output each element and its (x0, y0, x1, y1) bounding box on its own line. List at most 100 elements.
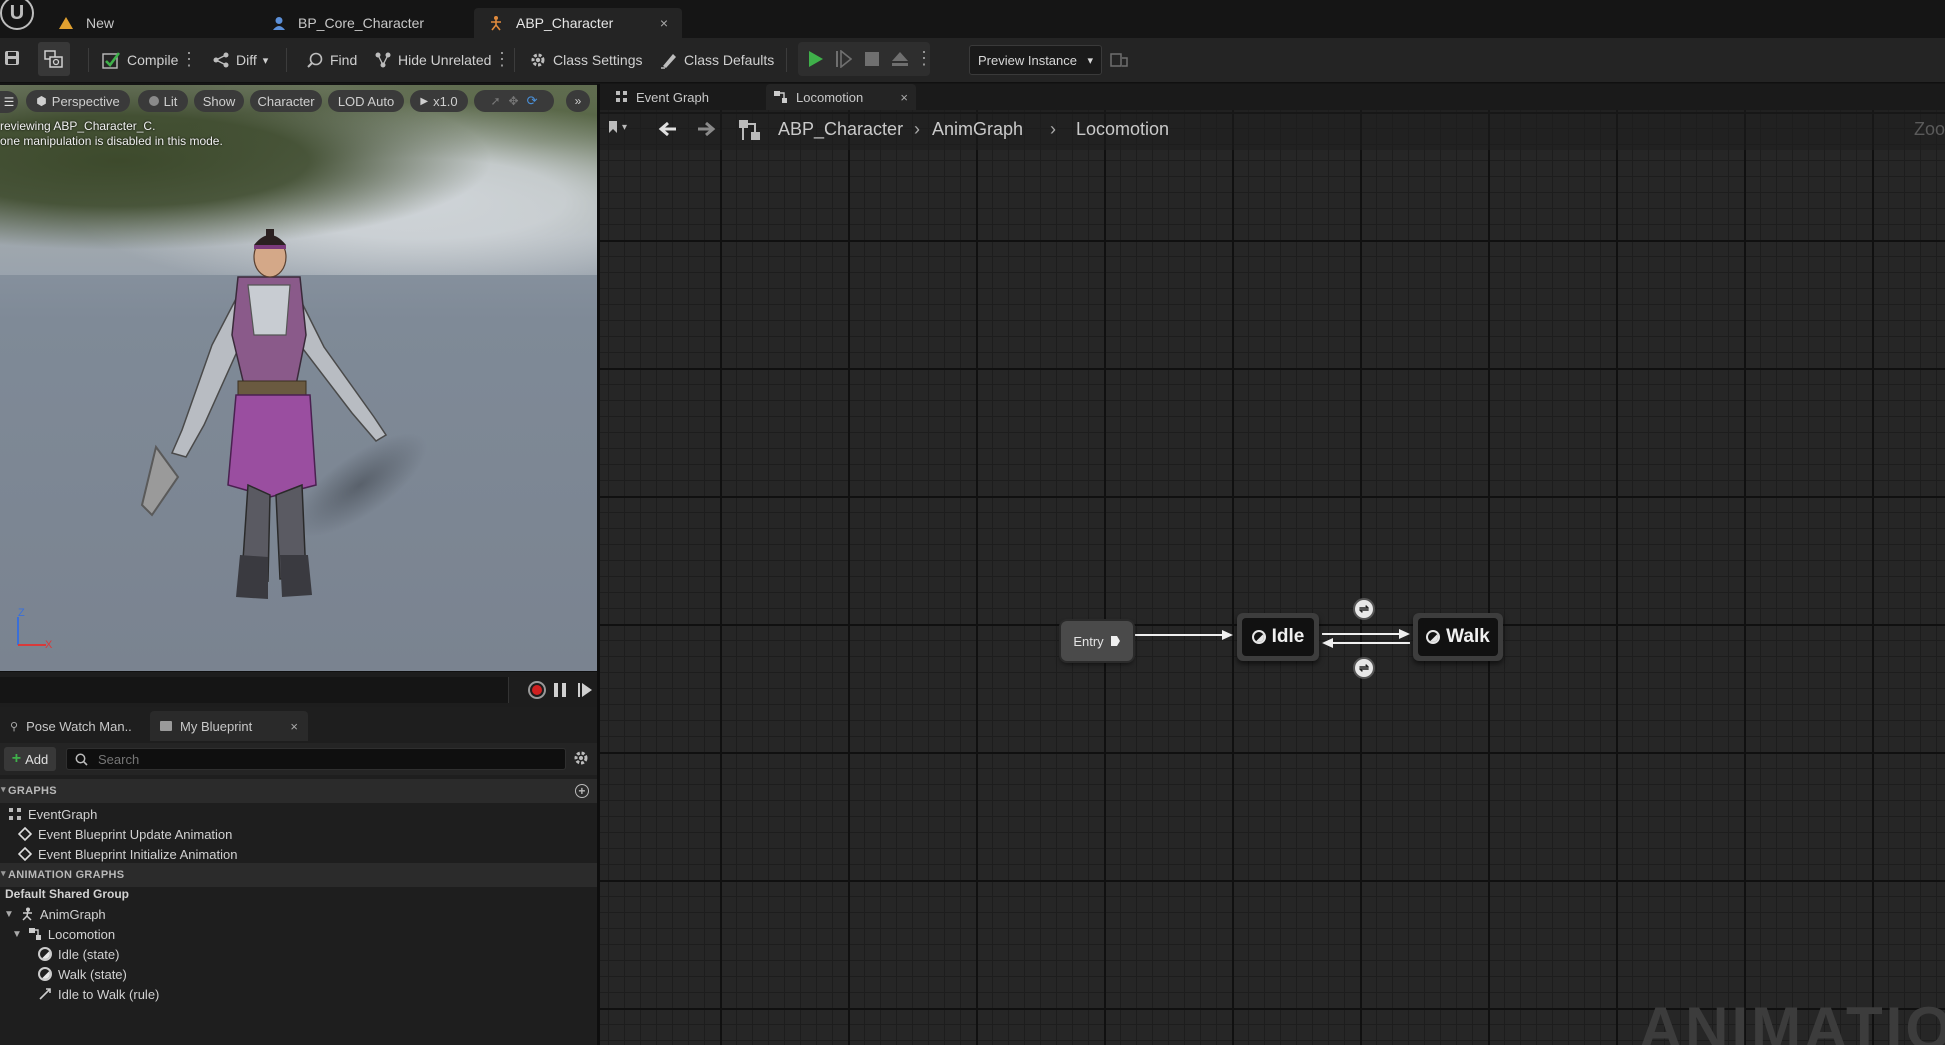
save-icon[interactable] (4, 50, 20, 69)
advance-frame-icon[interactable] (836, 49, 853, 71)
state-node-idle-body: Idle (1242, 618, 1314, 656)
transition-idle-to-walk-icon[interactable]: ⇌ (1353, 598, 1375, 620)
my-blueprint-panel: ⚲ Pose Watch Man.. My Blueprint × + Add … (0, 707, 597, 1045)
preview-instance-dropdown[interactable]: Preview Instance ▾ (969, 45, 1102, 75)
search-icon (75, 753, 88, 766)
preview-viewport[interactable]: ☰ ⬢ Perspective Lit Show Character LOD Au… (0, 85, 597, 671)
state-machine-icon (774, 91, 787, 103)
event-icon (18, 827, 32, 841)
state-node-walk[interactable]: Walk (1413, 613, 1503, 661)
collapse-arrow-icon: ▾ (1, 784, 6, 794)
move-icon[interactable]: ✥ (509, 94, 519, 108)
tab-new[interactable]: New (44, 8, 244, 38)
timeline-scrubber[interactable] (0, 677, 509, 703)
hide-unrelated-button[interactable]: Hide Unrelated (368, 44, 497, 76)
diff-icon (213, 52, 229, 68)
separator (88, 48, 89, 72)
entry-node[interactable]: Entry (1061, 621, 1133, 661)
transform-tools: ➚ ✥ ⟳ (474, 90, 554, 112)
perspective-button[interactable]: ⬢ Perspective (26, 90, 130, 112)
tree-item-eventgraph[interactable]: EventGraph (8, 804, 97, 824)
class-settings-button[interactable]: Class Settings (523, 44, 648, 76)
state-icon (38, 967, 52, 981)
rotate-icon[interactable]: ⟳ (527, 93, 538, 109)
add-graph-icon[interactable]: + (575, 784, 589, 798)
find-icon (307, 52, 323, 68)
tab-label: New (86, 15, 115, 31)
play-options-icon[interactable]: ⋮ (915, 43, 933, 75)
find-button[interactable]: Find (300, 44, 363, 76)
eject-icon[interactable] (891, 51, 909, 70)
play-icon: ▶ (420, 95, 429, 107)
stop-icon[interactable] (865, 52, 879, 69)
tree-item-animgraph[interactable]: ▼ AnimGraph (4, 904, 106, 924)
state-node-walk-body: Walk (1418, 618, 1498, 656)
play-icon[interactable] (808, 50, 824, 71)
close-icon[interactable]: × (660, 15, 668, 31)
playback-speed-button[interactable]: ▶ x1.0 (410, 90, 468, 112)
tab-event-graph[interactable]: Event Graph (608, 84, 758, 110)
compile-button[interactable]: Compile (95, 44, 184, 76)
tab-label: BP_Core_Character (298, 15, 425, 31)
plus-icon: + (11, 750, 22, 767)
tree-item-event-initialize[interactable]: Event Blueprint Initialize Animation (18, 844, 237, 864)
expand-arrow-icon[interactable]: ▼ (4, 909, 14, 920)
record-icon[interactable] (528, 681, 546, 699)
play-controls: ⋮ (798, 42, 933, 76)
debug-filter-icon[interactable] (1110, 52, 1128, 71)
state-node-idle[interactable]: Idle (1237, 613, 1319, 661)
unreal-logo-icon[interactable]: U (0, 0, 34, 30)
browse-icon[interactable] (38, 42, 70, 76)
character-button[interactable]: Character (250, 90, 322, 112)
state-icon (1251, 630, 1266, 644)
tree-item-default-shared-group[interactable]: Default Shared Group (5, 884, 129, 904)
tree-item-idle-to-walk-rule[interactable]: Idle to Walk (rule) (38, 984, 159, 1004)
expand-arrow-icon[interactable]: ▼ (12, 929, 22, 940)
blueprint-actor-icon (273, 17, 285, 30)
show-button[interactable]: Show (194, 90, 244, 112)
chevron-down-icon: ▾ (262, 54, 269, 67)
select-icon[interactable]: ➚ (490, 94, 500, 108)
cube-icon: ⬢ (36, 94, 47, 108)
viewport-more-icon[interactable]: » (566, 90, 590, 112)
step-forward-icon[interactable] (577, 682, 593, 701)
compile-check-icon (102, 52, 121, 69)
tree-item-locomotion[interactable]: ▼ Locomotion (12, 924, 115, 944)
graphs-section-header[interactable]: ▾ GRAPHS + (0, 779, 597, 803)
gear-icon[interactable] (573, 750, 589, 769)
diff-button[interactable]: Diff ▾ (206, 44, 274, 76)
close-icon[interactable]: × (900, 90, 908, 105)
collapse-arrow-icon: ▾ (1, 868, 6, 878)
lod-button[interactable]: LOD Auto (328, 90, 404, 112)
tab-pose-watch-manager[interactable]: ⚲ Pose Watch Man.. (0, 711, 150, 741)
search-input[interactable] (96, 750, 520, 768)
graph-canvas[interactable]: ▾ ABP_Character › AnimGraph › Locomotion… (600, 110, 1945, 1045)
search-box (66, 748, 566, 770)
lit-button[interactable]: Lit (138, 90, 188, 112)
tab-locomotion[interactable]: Locomotion × (766, 84, 916, 110)
add-button[interactable]: + Add (4, 747, 56, 771)
compile-options-icon[interactable]: ⋮ (180, 44, 198, 76)
tree-item-walk-state[interactable]: Walk (state) (38, 964, 127, 984)
hide-options-icon[interactable]: ⋮ (493, 44, 511, 76)
anim-graph-icon (22, 907, 32, 921)
character-mesh (140, 229, 388, 599)
tab-my-blueprint[interactable]: My Blueprint × (150, 711, 308, 741)
separator (786, 48, 787, 72)
exec-pin-icon[interactable] (1110, 635, 1121, 647)
tree-item-event-update[interactable]: Event Blueprint Update Animation (18, 824, 232, 844)
separator (514, 48, 515, 72)
tab-bp-core-character[interactable]: BP_Core_Character (258, 8, 470, 38)
main-toolbar: Compile ⋮ Diff ▾ Find Hide Unrelated ⋮ C… (0, 38, 1945, 83)
tree-item-idle-state[interactable]: Idle (state) (38, 944, 119, 964)
graph-wires (1133, 629, 1410, 648)
axis-x-label: X (45, 639, 53, 651)
transition-rule-icon (39, 988, 51, 1000)
state-icon (38, 947, 52, 961)
tab-abp-character[interactable]: ABP_Character × (474, 8, 682, 38)
close-icon[interactable]: × (290, 719, 298, 734)
transition-walk-to-idle-icon[interactable]: ⇌ (1353, 657, 1375, 679)
pause-icon[interactable] (553, 682, 567, 701)
class-defaults-button[interactable]: Class Defaults (654, 44, 780, 76)
tab-label: ABP_Character (516, 15, 614, 31)
